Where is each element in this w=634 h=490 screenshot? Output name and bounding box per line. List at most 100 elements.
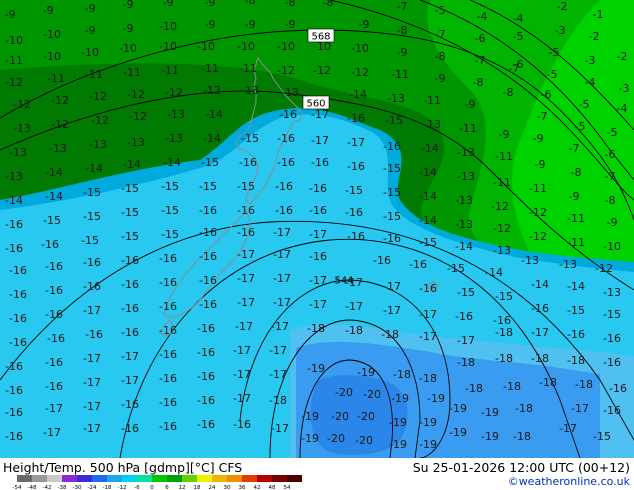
credit-link[interactable]: ©weatheronline.co.uk: [508, 475, 630, 488]
temperature-label: -14: [5, 194, 23, 207]
temperature-label: -15: [419, 236, 437, 249]
temperature-label: -8: [397, 24, 408, 37]
temperature-label: -12: [491, 200, 509, 213]
colorbar-tick: -12: [118, 485, 127, 490]
temperature-label: -16: [237, 204, 255, 217]
temperature-label: -16: [197, 322, 215, 335]
temperature-label: -17: [237, 272, 255, 285]
temperature-label: -19: [481, 430, 499, 443]
temperature-label: -13: [455, 218, 473, 231]
temperature-label: -16: [277, 156, 295, 169]
colorbar-swatch: [182, 475, 197, 482]
temperature-label: -12: [165, 86, 183, 99]
temperature-label: -20: [357, 410, 375, 423]
temperature-label: -10: [159, 20, 177, 33]
temperature-label: -12: [351, 66, 369, 79]
colorbar-tick: 48: [269, 485, 276, 490]
temperature-label: -16: [45, 260, 63, 273]
temperature-label: -17: [83, 376, 101, 389]
temperature-label: -18: [513, 430, 531, 443]
temperature-label: -9: [85, 24, 96, 37]
temperature-label: -4: [477, 10, 488, 23]
temperature-label: -9: [607, 216, 618, 229]
temperature-label: -9: [205, 0, 216, 9]
temperature-label: -9: [435, 72, 446, 85]
temperature-label: -16: [5, 360, 23, 373]
temperature-label: -11: [123, 66, 141, 79]
temperature-label: -17: [237, 248, 255, 261]
colorbar-legend: -54 -48 -42 -38 -30 -24 -18 -12 -6 0 6 12 18 24 30 36 42…: [13, 475, 302, 490]
temperature-label: -19: [427, 392, 445, 405]
temperature-label: -18: [539, 376, 557, 389]
temperature-label: -16: [199, 250, 217, 263]
temperature-label: -19: [449, 426, 467, 439]
temperature-label: -15: [241, 132, 259, 145]
temperature-label: -2: [557, 0, 568, 13]
temperature-label: -20: [327, 432, 345, 445]
temperature-label: -16: [41, 238, 59, 251]
temperature-label: -16: [121, 422, 139, 435]
temperature-label: -16: [197, 418, 215, 431]
temperature-label: -16: [47, 332, 65, 345]
temperature-label: -13: [521, 254, 539, 267]
colorbar-tick: 30: [224, 485, 231, 490]
temperature-label: -10: [43, 50, 61, 63]
temperature-label: -4: [585, 76, 596, 89]
temperature-label: -9: [397, 46, 408, 59]
temperature-label: -19: [449, 402, 467, 415]
temperature-label: -15: [161, 180, 179, 193]
colorbar-tick: -18: [103, 485, 112, 490]
temperature-label: -5: [513, 30, 524, 43]
temperature-label: -18: [515, 402, 533, 415]
temperature-label: -15: [161, 204, 179, 217]
temperature-label: -17: [83, 400, 101, 413]
temperature-label: -15: [593, 430, 611, 443]
temperature-label: -13: [9, 146, 27, 159]
temperature-label: -16: [279, 108, 297, 121]
temperature-label: -10: [81, 46, 99, 59]
temperature-label: -11: [567, 236, 585, 249]
temperature-label: -12: [91, 114, 109, 127]
temperature-label: -17: [309, 228, 327, 241]
temperature-label: -14: [123, 158, 141, 171]
temperature-label: -12: [203, 84, 221, 97]
temperature-label: -18: [495, 352, 513, 365]
temperature-label: -15: [81, 234, 99, 247]
temperature-label: -18: [575, 378, 593, 391]
temperature-label: -19: [357, 366, 375, 379]
temperature-label: -17: [273, 272, 291, 285]
temperature-label: -11: [85, 68, 103, 81]
colorbar-tick: 0: [150, 485, 154, 490]
temperature-label: -15: [383, 162, 401, 175]
temperature-label: -17: [269, 344, 287, 357]
temperature-label: -8: [245, 0, 256, 7]
temperature-label: -14: [455, 240, 473, 253]
temperature-label: -13: [165, 132, 183, 145]
temperature-label: -16: [383, 232, 401, 245]
temperature-label: -15: [345, 184, 363, 197]
temperature-label: -9: [163, 0, 174, 9]
temperature-label: -17: [571, 402, 589, 415]
temperature-label: -15: [237, 180, 255, 193]
temperature-label: -16: [373, 254, 391, 267]
temperature-label: -17: [83, 352, 101, 365]
temperature-label: -9: [359, 18, 370, 31]
weather-map: 568 560 544 -9 -9 -9 -9 -9 -9 -8 -8 -8 -7 -5 -4 -4 -2…: [0, 0, 634, 458]
temperature-label: -16: [567, 328, 585, 341]
temperature-label: -12: [277, 64, 295, 77]
temperature-label: -4: [513, 12, 524, 25]
temperature-label: -16: [603, 404, 621, 417]
temperature-label: -14: [45, 166, 63, 179]
temperature-label: -11: [567, 212, 585, 225]
temperature-label: -15: [495, 290, 513, 303]
temperature-label: -16: [277, 132, 295, 145]
temperature-label: -14: [205, 108, 223, 121]
colorbar-swatch: [137, 475, 152, 482]
colorbar-swatch: [227, 475, 242, 482]
temperature-label: -15: [603, 308, 621, 321]
colorbar-tick: 12: [179, 485, 186, 490]
temperature-label: -19: [389, 416, 407, 429]
temperature-label: -10: [43, 28, 61, 41]
temperature-label: -17: [121, 350, 139, 363]
temperature-label: -16: [409, 258, 427, 271]
